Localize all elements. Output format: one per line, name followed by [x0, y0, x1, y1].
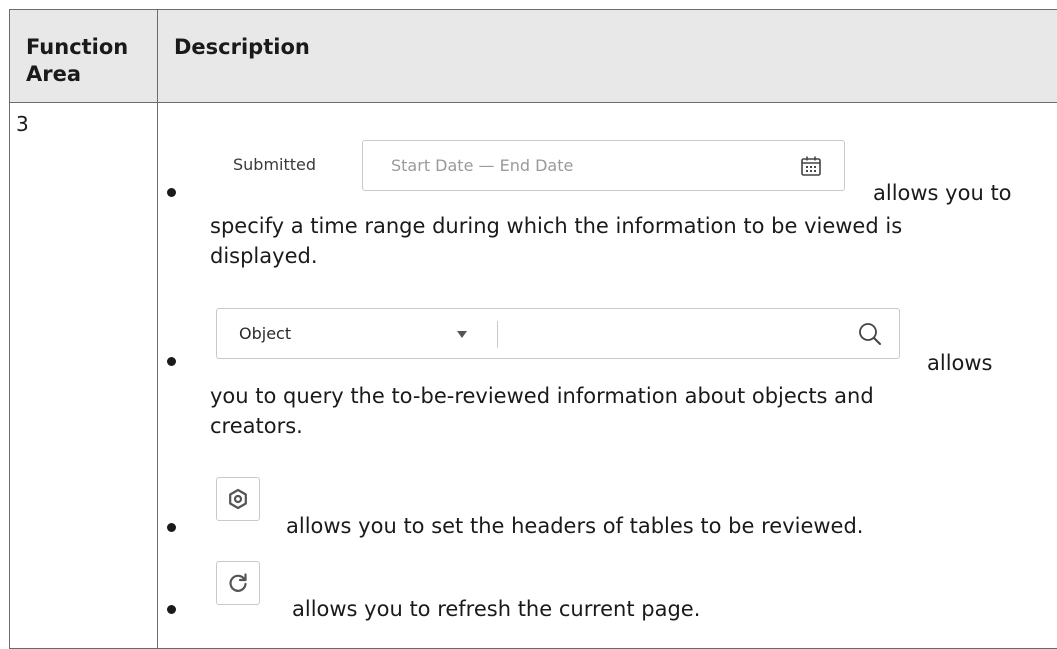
refresh-icon [229, 573, 247, 592]
submitted-label: Submitted [233, 155, 317, 174]
object-select-value[interactable]: Object [239, 324, 291, 343]
bullet [167, 188, 176, 197]
bullet [167, 523, 176, 532]
function-area-number: 3 [16, 112, 29, 136]
date-range-placeholder: Start Date — End Date [391, 156, 574, 175]
date-range-picker[interactable]: Start Date — End Date [362, 140, 845, 191]
settings-icon [229, 488, 247, 510]
table-header-row: Function Area Description [10, 10, 1057, 103]
bullet [167, 605, 176, 614]
header-description: Description [174, 35, 310, 59]
item1-text-line2: specify a time range during which the in… [210, 214, 903, 238]
item4-text: allows you to refresh the current page. [292, 597, 701, 621]
item1-text-line1: allows you to [873, 181, 1012, 205]
column-divider [157, 10, 158, 648]
item1-text-line3: displayed. [210, 244, 318, 268]
header-function-area: Function Area [26, 35, 129, 86]
object-search-field[interactable]: Object [216, 308, 900, 359]
item3-text: allows you to set the headers of tables … [286, 514, 864, 538]
settings-button[interactable] [216, 477, 260, 521]
item2-text-line1: allows [927, 351, 993, 375]
item2-text-line2: you to query the to-be-reviewed informat… [210, 384, 874, 408]
search-icon[interactable] [857, 321, 883, 347]
refresh-button[interactable] [216, 561, 260, 605]
caret-down-icon[interactable] [457, 331, 467, 338]
bullet [167, 357, 176, 366]
select-divider [497, 321, 498, 348]
calendar-icon[interactable] [800, 155, 822, 177]
item2-text-line3: creators. [210, 414, 303, 438]
